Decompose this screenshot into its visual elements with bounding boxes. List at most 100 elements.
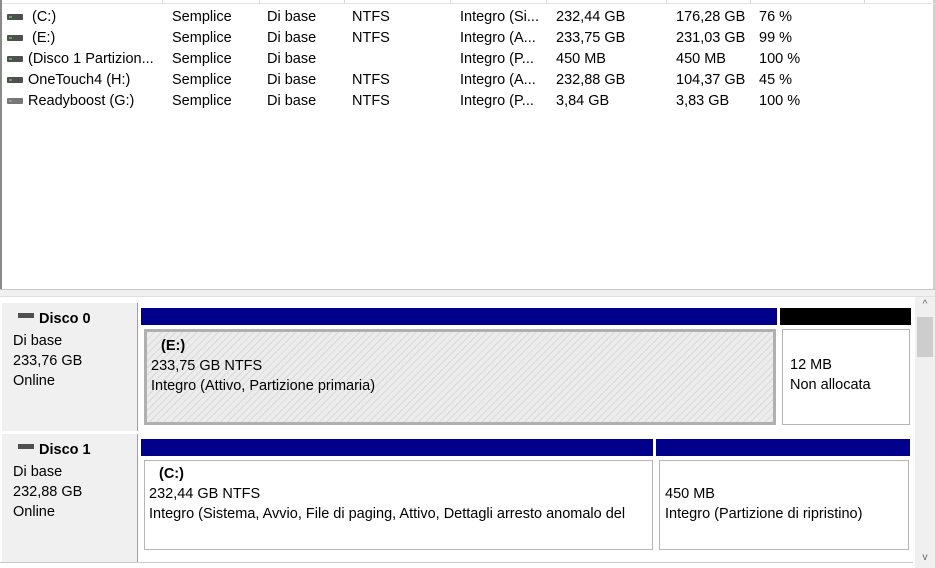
volume-percent-free: 76 % xyxy=(759,9,793,25)
volume-filesystem: NTFS xyxy=(352,72,390,88)
disk-status: Online xyxy=(13,504,55,520)
partition-size: 450 MB xyxy=(665,486,715,502)
scroll-down-icon[interactable]: v xyxy=(915,550,935,566)
drive-icon xyxy=(7,35,23,41)
disk-size: 232,88 GB xyxy=(13,484,83,500)
volume-filesystem: NTFS xyxy=(352,9,390,25)
volume-percent-free: 99 % xyxy=(759,30,793,46)
disk-type: Di base xyxy=(13,333,63,349)
volume-percent-free: 100 % xyxy=(759,93,801,109)
volume-status: Integro (P... xyxy=(460,93,534,109)
volume-capacity: 233,75 GB xyxy=(556,30,626,46)
partition-status: Non allocata xyxy=(790,377,871,393)
partition-size: 12 MB xyxy=(790,357,832,373)
disk-status: Online xyxy=(13,373,55,389)
disk-title: Disco 0 xyxy=(14,311,91,327)
partition-unallocated[interactable]: 12 MB Non allocata xyxy=(782,329,910,425)
volume-free-space: 231,03 GB xyxy=(676,30,746,46)
disk-row: Disco 0 Di base 233,76 GB Online (E:) 23… xyxy=(0,303,913,431)
drive-icon xyxy=(7,56,23,62)
volume-layout: Semplice xyxy=(172,9,232,25)
partition-status: Integro (Attivo, Partizione primaria) xyxy=(151,378,376,394)
partition-c[interactable]: (C:) 232,44 GB NTFS Integro (Sistema, Av… xyxy=(144,460,653,550)
partition-e[interactable]: (E:) 233,75 GB NTFS Integro (Attivo, Par… xyxy=(144,329,776,425)
volume-row[interactable]: (E:) Semplice Di base NTFS Integro (A...… xyxy=(2,28,935,49)
volume-status: Integro (A... xyxy=(460,72,536,88)
volume-filesystem: NTFS xyxy=(352,93,390,109)
column-separator[interactable] xyxy=(162,0,163,4)
disk-title-label: Disco 1 xyxy=(39,442,91,458)
column-separator[interactable] xyxy=(546,0,547,4)
scroll-thumb[interactable] xyxy=(917,317,933,357)
volume-filesystem: NTFS xyxy=(352,30,390,46)
disk-title-label: Disco 0 xyxy=(39,311,91,327)
column-separator[interactable] xyxy=(750,0,751,4)
partition-status: Integro (Partizione di ripristino) xyxy=(665,506,863,522)
column-header-row[interactable] xyxy=(2,0,935,4)
volume-name: OneTouch4 (H:) xyxy=(28,72,131,88)
drive-icon xyxy=(7,77,23,83)
disk-info-panel[interactable]: Disco 0 Di base 233,76 GB Online xyxy=(2,303,138,431)
next-disk-edge xyxy=(0,562,913,568)
column-separator[interactable] xyxy=(666,0,667,4)
scroll-up-icon[interactable]: ^ xyxy=(915,297,935,313)
volume-name: (C:) xyxy=(32,9,57,25)
volume-layout: Semplice xyxy=(172,72,232,88)
disk-icon xyxy=(18,444,34,449)
volume-layout: Semplice xyxy=(172,51,232,67)
partition-bar-primary xyxy=(656,439,910,456)
volume-type: Di base xyxy=(267,30,317,46)
column-separator[interactable] xyxy=(344,0,345,4)
volume-capacity: 232,88 GB xyxy=(556,72,626,88)
volume-name: (E:) xyxy=(32,30,56,46)
volume-layout: Semplice xyxy=(172,93,232,109)
volume-row[interactable]: (C:) Semplice Di base NTFS Integro (Si..… xyxy=(2,7,935,28)
volume-capacity: 232,44 GB xyxy=(556,9,626,25)
disk-icon xyxy=(18,313,34,318)
disk-info-panel[interactable]: Disco 1 Di base 232,88 GB Online xyxy=(2,434,138,562)
volume-status: Integro (Si... xyxy=(460,9,539,25)
volume-row[interactable]: Readyboost (G:) Semplice Di base NTFS In… xyxy=(2,91,935,112)
column-separator[interactable] xyxy=(864,0,865,4)
volume-row[interactable]: OneTouch4 (H:) Semplice Di base NTFS Int… xyxy=(2,70,935,91)
partition-size-fs: 233,75 GB NTFS xyxy=(151,358,263,374)
volume-status: Integro (P... xyxy=(460,51,534,67)
drive-icon xyxy=(7,98,23,104)
pane-splitter[interactable] xyxy=(0,289,935,297)
partition-size-fs: 232,44 GB NTFS xyxy=(149,486,261,502)
drive-icon xyxy=(7,14,23,20)
volume-name: Readyboost (G:) xyxy=(28,93,135,109)
disk-title: Disco 1 xyxy=(14,442,91,458)
partition-bar-unallocated xyxy=(780,308,911,325)
volume-free-space: 3,83 GB xyxy=(676,93,730,109)
volume-row[interactable]: (Disco 1 Partizion... Semplice Di base I… xyxy=(2,49,935,70)
partition-bar-primary xyxy=(141,439,653,456)
volume-name: (Disco 1 Partizion... xyxy=(28,51,154,67)
volume-layout: Semplice xyxy=(172,30,232,46)
partition-name: (C:) xyxy=(159,466,184,482)
volume-capacity: 3,84 GB xyxy=(556,93,610,109)
volume-percent-free: 100 % xyxy=(759,51,801,67)
disk-row: Disco 1 Di base 232,88 GB Online (C:) 23… xyxy=(0,434,913,562)
column-separator[interactable] xyxy=(450,0,451,4)
partition-status: Integro (Sistema, Avvio, File di paging,… xyxy=(149,506,626,522)
column-separator[interactable] xyxy=(259,0,260,4)
volume-type: Di base xyxy=(267,93,317,109)
volume-type: Di base xyxy=(267,51,317,67)
volume-capacity: 450 MB xyxy=(556,51,606,67)
disk-type: Di base xyxy=(13,464,63,480)
partition-recovery[interactable]: 450 MB Integro (Partizione di ripristino… xyxy=(659,460,909,550)
volume-free-space: 104,37 GB xyxy=(676,72,746,88)
volume-type: Di base xyxy=(267,9,317,25)
volume-free-space: 450 MB xyxy=(676,51,726,67)
vertical-scrollbar[interactable]: ^ v xyxy=(915,297,935,568)
volume-free-space: 176,28 GB xyxy=(676,9,746,25)
disk-size: 233,76 GB xyxy=(13,353,83,369)
partition-bar-primary xyxy=(141,308,777,325)
volume-type: Di base xyxy=(267,72,317,88)
disk-map: Disco 0 Di base 233,76 GB Online (E:) 23… xyxy=(0,297,935,568)
volume-status: Integro (A... xyxy=(460,30,536,46)
partition-name: (E:) xyxy=(161,338,186,354)
volume-percent-free: 45 % xyxy=(759,72,793,88)
volume-list[interactable]: (C:) Semplice Di base NTFS Integro (Si..… xyxy=(0,0,935,292)
